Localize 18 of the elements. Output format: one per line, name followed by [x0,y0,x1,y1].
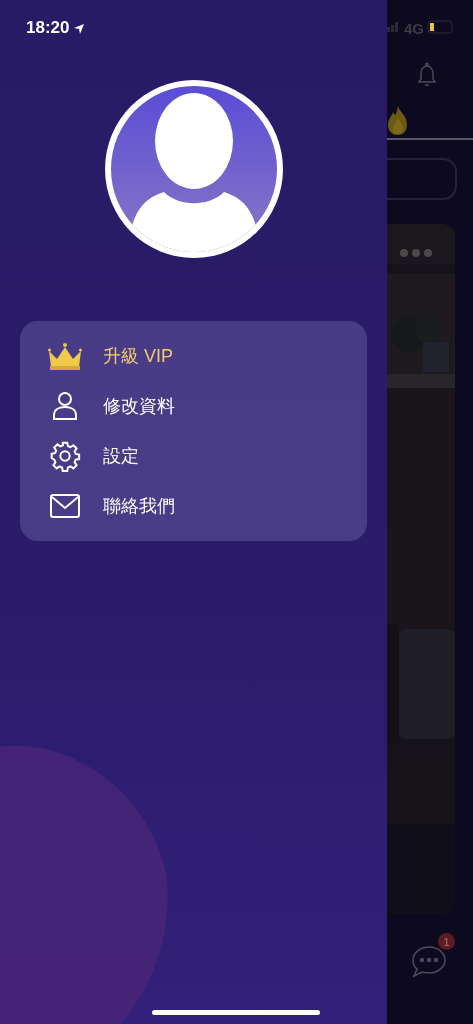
user-icon [52,391,78,421]
avatar[interactable] [103,79,284,259]
battery-icon [427,20,455,34]
menu-item[interactable]: 聯絡我們 [20,481,367,531]
chat-icon[interactable] [411,945,447,979]
menu-item[interactable]: 設定 [20,431,367,481]
signal-icon [387,20,401,32]
mail-icon [50,494,80,518]
menu-item[interactable]: 修改資料 [20,381,367,431]
location-icon [73,23,86,35]
settings-icon [49,440,81,472]
status-time: 18:20 [26,17,70,39]
crown-icon [48,342,82,370]
more-icon[interactable] [399,248,433,258]
notification-badge: 1 [438,933,455,950]
menu-item[interactable]: 升級 VIP [20,331,367,381]
bell-icon[interactable] [416,62,438,88]
search-field[interactable] [387,158,457,200]
